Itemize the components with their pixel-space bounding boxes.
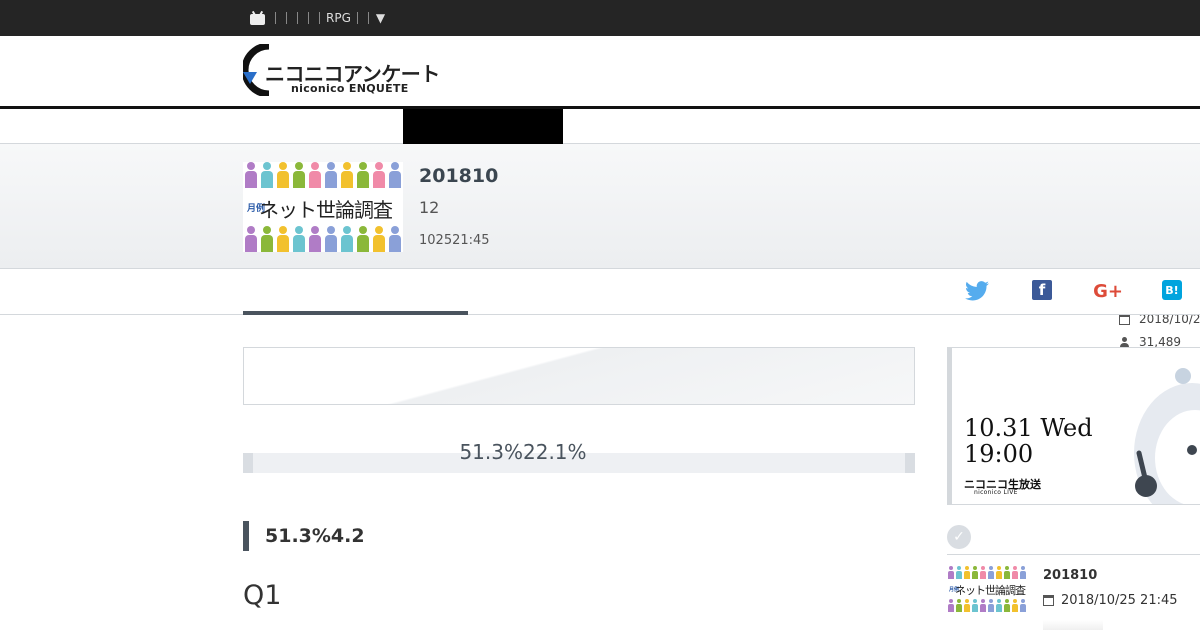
person-figure-icon [341,226,353,252]
person-figure-icon [948,566,954,579]
calendar-icon [1043,595,1054,606]
chevron-down-icon[interactable]: ▼ [376,11,385,25]
tab-results-active[interactable] [243,311,468,315]
person-figure-icon [996,599,1002,612]
result-percentage-text: 51.3%22.1% [459,440,587,464]
people-row [243,162,403,188]
person-figure-icon [325,226,337,252]
divider [275,12,276,24]
top-bar: RPG ▼ [0,0,1200,36]
enquete-thumbnail: 月例 ネット世論調査 [243,162,403,252]
category-nav [0,109,1200,144]
thumbnail-title-big: ネット世論調査 [955,584,1026,597]
niconico-tv-icon[interactable] [249,10,266,25]
enquete-id: 102521:45 [419,233,490,248]
enquete-title: 201810 [419,165,499,187]
divider [367,12,369,24]
person-figure-icon [373,162,385,188]
person-figure-icon [972,599,978,612]
person-figure-icon [980,599,986,612]
side-item-title[interactable]: 201810 [1043,568,1097,583]
enquete-count: 12 [419,198,440,217]
person-figure-icon [1020,566,1026,579]
people-row [243,226,403,252]
person-figure-icon [277,162,289,188]
ad-time: 19:00 [964,440,1034,468]
site-header: ニコニコアンケート niconico ENQUETE [0,36,1200,109]
divider [319,12,320,24]
person-figure-icon [357,226,369,252]
thumbnail-title: 月例 ネット世論調査 [949,582,1026,598]
person-figure-icon [389,226,401,252]
divider [286,12,287,24]
person-figure-icon [293,162,305,188]
enquete-hero: 月例 ネット世論調査 2018/10/25 31,489 [0,144,1200,360]
person-figure-icon [325,162,337,188]
ad-brand-sub: niconico LIVE [974,489,1018,496]
robot-mascot-icon [1134,368,1200,504]
nav-item-active[interactable] [403,109,563,144]
person-figure-icon [956,566,962,579]
people-row [947,599,1027,612]
check-icon: ✓ [947,525,971,549]
thumbnail-title-big: ネット世論調査 [259,198,393,222]
person-figure-icon [373,226,385,252]
side-item-thumbnail[interactable]: 月例 ネット世論調査 [947,566,1027,612]
thumbnail-title-small: 月例 [247,203,266,214]
divider [356,12,358,24]
person-figure-icon [1012,599,1018,612]
person-figure-icon [357,162,369,188]
person-figure-icon [972,566,978,579]
person-figure-icon [245,226,257,252]
person-figure-icon [261,162,273,188]
section-heading: 51.3%4.2 [243,521,365,551]
person-figure-icon [277,226,289,252]
person-figure-icon [988,566,994,579]
person-figure-icon [988,599,994,612]
person-figure-icon [389,162,401,188]
result-banner [243,347,915,405]
person-figure-icon [964,599,970,612]
calendar-icon [1119,313,1130,325]
person-figure-icon [309,226,321,252]
divider [947,554,1200,555]
question-label: Q1 [243,580,282,611]
side-item-more [1043,620,1103,630]
divider [308,12,309,24]
person-figure-icon [261,226,273,252]
thumbnail-title: 月例 ネット世論調査 [247,194,393,223]
person-figure-icon [245,162,257,188]
twitter-icon[interactable] [965,280,989,302]
nav-link-rpg[interactable]: RPG [325,11,352,25]
person-figure-icon [956,599,962,612]
ad-date: 10.31 Wed [964,414,1093,442]
side-item-date: 2018/10/25 21:45 [1043,593,1178,608]
person-figure-icon [1004,599,1010,612]
person-figure-icon [1012,566,1018,579]
person-figure-icon [341,162,353,188]
facebook-icon[interactable]: f [1032,280,1052,300]
person-figure-icon [1004,566,1010,579]
logo-subtext: niconico ENQUETE [291,82,409,95]
side-item-date-value: 2018/10/25 21:45 [1061,593,1178,608]
google-plus-icon[interactable]: G+ [1092,280,1124,302]
person-figure-icon [996,566,1002,579]
person-figure-icon [964,566,970,579]
divider [297,12,298,24]
person-figure-icon [293,226,305,252]
person-figure-icon [980,566,986,579]
person-figure-icon [1020,599,1026,612]
person-figure-icon [948,599,954,612]
live-ad-banner[interactable]: 10.31 Wed 19:00 ニコニコ生放送 niconico LIVE [947,347,1200,505]
people-row [947,566,1027,579]
top-bar-items: RPG ▼ [249,0,385,36]
niconico-enquete-logo[interactable]: ニコニコアンケート niconico ENQUETE [243,44,443,96]
user-icon [1119,336,1130,348]
tab-row: f G+ B! [0,270,1200,315]
person-figure-icon [309,162,321,188]
hatena-bookmark-icon[interactable]: B! [1162,280,1182,300]
